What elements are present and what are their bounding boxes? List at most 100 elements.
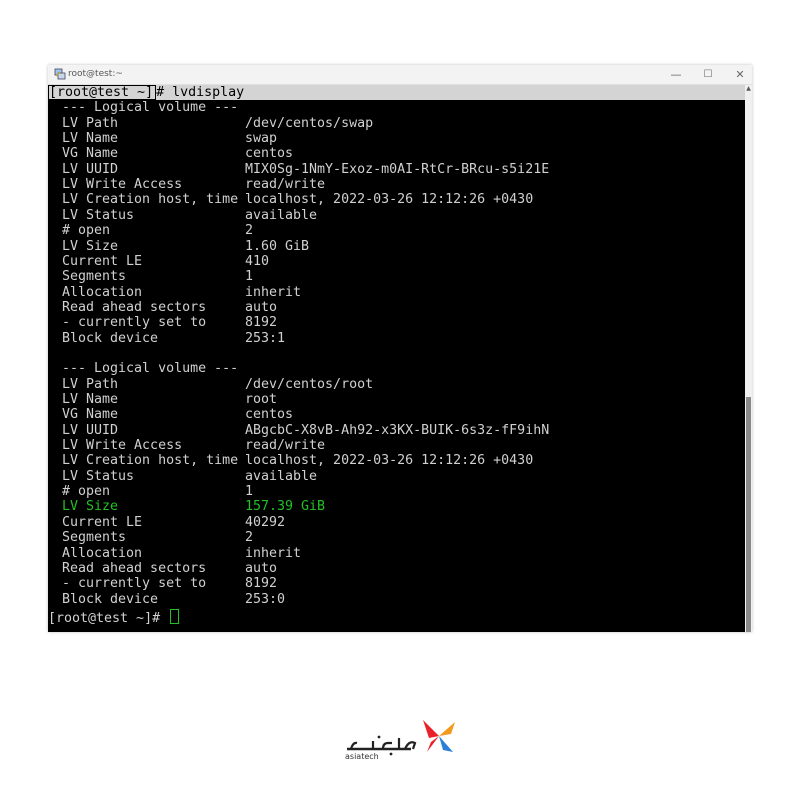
field-label: Current LE xyxy=(62,514,143,530)
field-label: Read ahead sectors xyxy=(62,299,207,315)
field-label: LV Status xyxy=(62,468,135,484)
command-line: [root@test ~] # lvdisplay xyxy=(48,85,745,100)
field-label: LV Size xyxy=(62,238,119,254)
field-label: VG Name xyxy=(62,146,119,162)
field-row: Read ahead sectors auto xyxy=(48,561,738,576)
field-label: Allocation xyxy=(62,284,143,300)
field-value: swap xyxy=(245,131,278,147)
field-value: read/write xyxy=(245,177,326,193)
field-row: Current LE 40292 xyxy=(48,515,738,530)
close-button[interactable]: ✕ xyxy=(724,66,756,83)
field-row: - currently set to 8192 xyxy=(48,315,738,330)
field-value: 8192 xyxy=(245,576,278,592)
field-value: 157.39 GiB xyxy=(245,499,326,515)
field-value: 1 xyxy=(245,269,254,285)
field-value: inherit xyxy=(245,284,302,300)
title-bar[interactable]: root@test:~ — ☐ ✕ xyxy=(48,65,752,85)
field-value: available xyxy=(245,207,318,223)
field-value: 410 xyxy=(245,253,270,269)
field-row: # open 2 xyxy=(48,223,738,238)
field-label: - currently set to xyxy=(62,576,207,592)
field-label: VG Name xyxy=(62,407,119,423)
field-row: Allocation inherit xyxy=(48,546,738,561)
field-label: Current LE xyxy=(62,253,143,269)
volume-header: --- Logical volume --- xyxy=(62,100,239,116)
final-prompt: [root@test ~]# xyxy=(48,610,169,626)
field-label: LV Name xyxy=(62,392,119,407)
page: root@test:~ — ☐ ✕ [root@test ~] # lvdispl… xyxy=(0,0,800,800)
field-row: LV Size 1.60 GiB xyxy=(48,239,738,254)
field-value: /dev/centos/swap xyxy=(245,115,374,131)
field-row: LV Creation host, time localhost, 2022-03… xyxy=(48,453,738,468)
field-label: Block device xyxy=(62,591,159,607)
field-row: LV Status available xyxy=(48,469,738,484)
field-label: LV Size xyxy=(62,499,119,515)
vertical-scrollbar[interactable]: ▲ xyxy=(745,85,752,632)
field-value: root xyxy=(245,392,278,407)
field-label: # open xyxy=(62,484,111,500)
field-row: LV Size 157.39 GiB xyxy=(48,499,738,514)
terminal-output[interactable]: [root@test ~] # lvdisplay --- Logical vol… xyxy=(48,85,745,632)
field-value: 2 xyxy=(245,223,254,239)
field-row: LV UUID ABgcbC-X8vB-Ah92-x3KX-BUIK-6s3z-f… xyxy=(48,423,738,438)
field-label: LV Write Access xyxy=(62,438,183,454)
field-label: Segments xyxy=(62,269,127,285)
minimize-button[interactable]: — xyxy=(660,66,692,83)
field-label: LV Path xyxy=(62,115,119,131)
field-label: Block device xyxy=(62,330,159,346)
field-row: LV Path/dev/centos/root xyxy=(48,377,738,392)
field-row: # open 1 xyxy=(48,484,738,499)
field-value: 1.60 GiB xyxy=(245,238,310,254)
putty-icon xyxy=(54,68,66,80)
field-row: Current LE 410 xyxy=(48,254,738,269)
terminal-window: root@test:~ — ☐ ✕ [root@test ~] # lvdispl… xyxy=(48,65,752,632)
field-label: - currently set to xyxy=(62,315,207,331)
field-row: Block device 253:1 xyxy=(48,331,738,346)
field-row: Segments 2 xyxy=(48,530,738,545)
field-value: inherit xyxy=(245,545,302,561)
field-label: LV Status xyxy=(62,207,135,223)
field-row: Segments 1 xyxy=(48,269,738,284)
field-value: centos xyxy=(245,146,294,162)
command-prompt: [root@test ~] xyxy=(48,85,157,100)
field-label: LV UUID xyxy=(62,161,119,177)
volume-header-line: --- Logical volume --- xyxy=(48,361,738,376)
field-row: VG Name centos xyxy=(48,146,738,161)
field-label: LV Creation host, time xyxy=(62,453,239,469)
field-value: /dev/centos/root xyxy=(245,376,374,392)
field-label: Allocation xyxy=(62,545,143,561)
field-value: ABgcbC-X8vB-Ah92-x3KX-BUIK-6s3z-fF9ihN xyxy=(245,422,550,438)
volume-header-line: --- Logical volume --- xyxy=(48,100,738,115)
field-row: VG Name centos xyxy=(48,407,738,422)
window-title: root@test:~ xyxy=(68,69,123,79)
field-row: - currently set to 8192 xyxy=(48,576,738,591)
field-label: LV Path xyxy=(62,376,119,392)
field-value: auto xyxy=(245,299,278,315)
field-row: LV UUID MIX0Sg-1NmY-Exoz-m0AI-RtCr-BRcu-s… xyxy=(48,162,738,177)
field-value: 8192 xyxy=(245,315,278,331)
maximize-button[interactable]: ☐ xyxy=(692,66,724,83)
final-prompt-line[interactable]: [root@test ~]# xyxy=(48,608,738,626)
command-text: # lvdisplay xyxy=(156,85,245,100)
field-value: centos xyxy=(245,407,294,423)
field-value: MIX0Sg-1NmY-Exoz-m0AI-RtCr-BRcu-s5i21E xyxy=(245,161,550,177)
scrollbar-thumb[interactable] xyxy=(746,397,751,632)
field-row: LV Write Access read/write xyxy=(48,177,738,192)
field-value: 253:0 xyxy=(245,591,286,607)
scroll-up-arrow-icon[interactable]: ▲ xyxy=(745,85,752,93)
field-value: read/write xyxy=(245,438,326,454)
field-label: LV UUID xyxy=(62,422,119,438)
field-label: Segments xyxy=(62,530,127,546)
field-value: 253:1 xyxy=(245,330,286,346)
field-value: available xyxy=(245,468,318,484)
field-value: localhost, 2022-03-26 12:12:26 +0430 xyxy=(245,453,534,469)
field-label: LV Name xyxy=(62,131,119,147)
field-value: auto xyxy=(245,560,278,576)
field-row: LV Name swap xyxy=(48,131,738,146)
field-row: LV Path/dev/centos/swap xyxy=(48,116,738,131)
field-label: Read ahead sectors xyxy=(62,560,207,576)
field-row: LV Status available xyxy=(48,208,738,223)
field-label: LV Write Access xyxy=(62,177,183,193)
field-value: 40292 xyxy=(245,514,286,530)
field-value: 2 xyxy=(245,530,254,546)
